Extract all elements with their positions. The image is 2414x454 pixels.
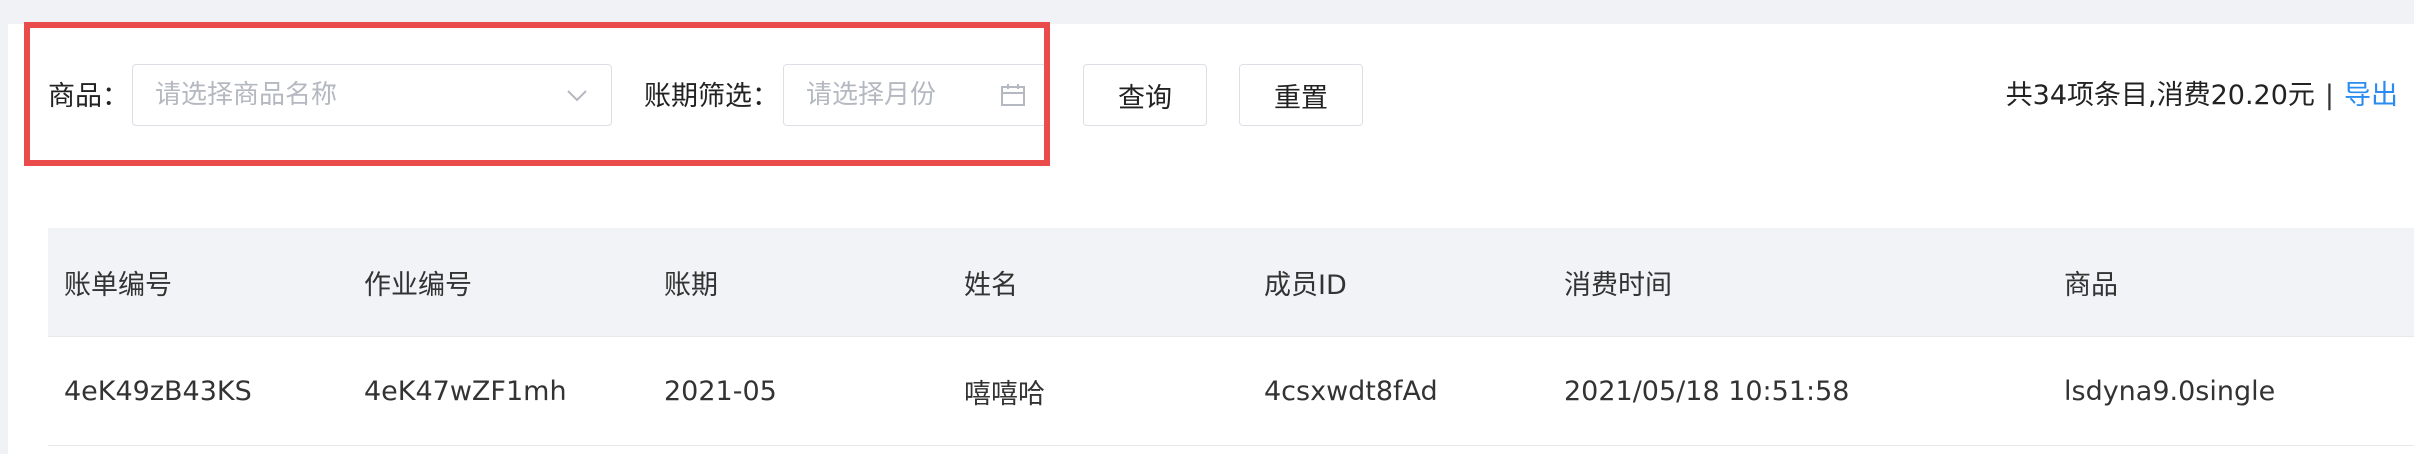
column-header-job-id: 作业编号 <box>364 269 472 301</box>
cell-job-id: 4eK47wZF1mh <box>364 375 567 407</box>
column-header-period: 账期 <box>664 269 718 301</box>
export-link[interactable]: 导出 <box>2344 78 2398 114</box>
table-header: 账单编号 作业编号 账期 姓名 成员ID 消费时间 商品 <box>48 228 2414 337</box>
calendar-icon <box>1000 82 1026 112</box>
query-button[interactable]: 查询 <box>1083 64 1207 126</box>
period-picker[interactable]: 请选择月份 <box>783 64 1047 126</box>
column-header-product: 商品 <box>2064 269 2118 301</box>
cell-consume-time: 2021/05/18 10:51:58 <box>1564 375 1850 407</box>
cell-bill-id: 4eK49zB43KS <box>64 375 252 407</box>
table-row[interactable]: 4eK49zB43KS 4eK47wZF1mh 2021-05 嘻嘻哈 4csx… <box>48 337 2414 446</box>
column-header-member-id: 成员ID <box>1264 269 1347 301</box>
cell-name: 嘻嘻哈 <box>964 378 1045 410</box>
column-header-consume-time: 消费时间 <box>1564 269 1672 301</box>
chevron-down-icon <box>565 83 589 111</box>
summary-text: 共34项条目,消费20.20元 <box>2005 80 2315 111</box>
summary-separator: | <box>2324 80 2334 111</box>
summary: 共34项条目,消费20.20元 | 导出 <box>2006 78 2398 114</box>
cell-period: 2021-05 <box>664 375 777 407</box>
product-label: 商品： <box>48 81 129 112</box>
period-picker-placeholder: 请选择月份 <box>806 80 937 110</box>
cell-member-id: 4csxwdt8fAd <box>1264 375 1438 407</box>
cell-product: lsdyna9.0single <box>2064 375 2276 407</box>
column-header-name: 姓名 <box>964 269 1018 301</box>
product-select[interactable]: 请选择商品名称 <box>132 64 612 126</box>
billing-table: 账单编号 作业编号 账期 姓名 成员ID 消费时间 商品 4eK49zB43KS… <box>48 228 2414 446</box>
period-label: 账期筛选： <box>644 81 779 112</box>
product-select-placeholder: 请选择商品名称 <box>155 80 338 110</box>
reset-button[interactable]: 重置 <box>1239 64 1363 126</box>
column-header-bill-id: 账单编号 <box>64 269 172 301</box>
